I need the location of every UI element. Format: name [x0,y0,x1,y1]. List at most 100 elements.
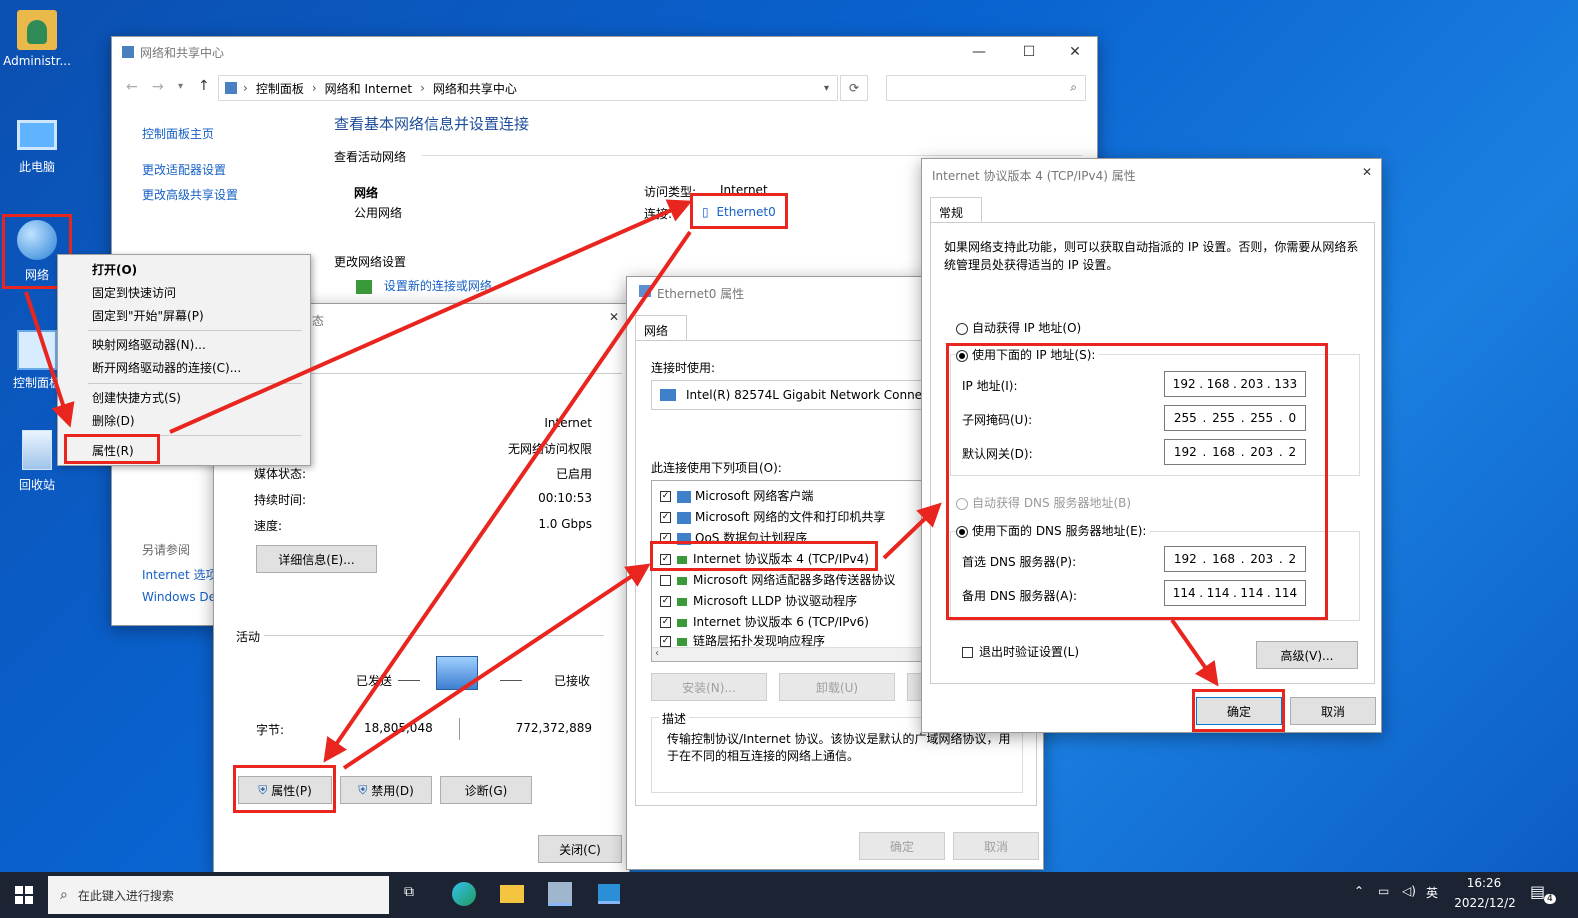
menu-item-delete[interactable]: 删除(D) [58,410,310,432]
list-item[interactable]: ✓ Internet 协议版本 6 (TCP/IPv6) [660,613,869,630]
close-icon[interactable]: ✕ [609,310,619,324]
control-panel-icon [17,330,57,370]
start-button[interactable] [0,872,48,918]
forward-arrow-icon[interactable]: → [152,79,164,95]
desktop-icon-this-pc[interactable]: 此电脑 [0,114,74,175]
item-checkbox[interactable]: ✓ [660,491,671,502]
recent-dropdown-icon[interactable]: ▾ [178,81,183,92]
checkbox-label: 退出时验证设置(L) [979,645,1080,659]
desktop-icon-admin[interactable]: Administr... [0,10,74,68]
edge-icon[interactable] [452,882,476,906]
activity-label: 活动 [236,630,261,644]
item-checkbox[interactable]: ✓ [660,596,671,607]
item-checkbox[interactable]: ✓ [660,636,671,647]
section-divider [422,155,1082,156]
breadcrumb-item[interactable]: 网络和共享中心 [433,80,517,97]
close-icon[interactable]: ✕ [1362,165,1372,179]
see-also-title: 另请参阅 [142,543,191,557]
sidebar-item-sharing[interactable]: 更改高级共享设置 [142,186,238,203]
maximize-button[interactable]: ☐ [1006,37,1052,67]
minimize-button[interactable]: — [956,37,1002,67]
duration-label: 持续时间: [254,493,307,507]
volume-icon[interactable]: ◁) [1402,884,1416,898]
list-item[interactable]: ✓ Microsoft 网络客户端 [660,487,813,504]
search-box[interactable]: ⌕ [886,75,1086,101]
see-also-internet-options[interactable]: Internet 选项 [142,566,217,583]
tab-general[interactable]: 常规 [930,197,982,223]
new-connection-label: 设置新的连接或网络 [383,279,492,293]
tab-network[interactable]: 网络 [635,315,687,341]
address-bar[interactable]: › 控制面板 › 网络和 Internet › 网络和共享中心 ▾ [218,75,838,101]
window-title: 态 [312,314,325,328]
protocol-icon [677,597,687,606]
details-button[interactable]: 详细信息(E)... [256,545,377,573]
ok-button[interactable]: 确定 [859,832,945,860]
address-dropdown-icon[interactable]: ▾ [824,83,829,94]
validate-checkbox[interactable]: 退出时验证设置(L) [962,643,1079,660]
cancel-button[interactable]: 取消 [953,832,1039,860]
diagnose-button[interactable]: 诊断(G) [440,776,532,804]
network-tray-icon[interactable]: ▭ [1378,884,1389,898]
item-checkbox[interactable]: ✓ [660,512,671,523]
server-manager-icon[interactable] [548,882,572,906]
menu-item-open[interactable]: 打开(O) [58,259,310,281]
network-type: 公用网络 [354,206,403,220]
network-activity-icon [436,656,478,690]
close-button[interactable]: ✕ [1052,37,1098,67]
see-also-windows[interactable]: Windows De [142,590,216,604]
uninstall-button[interactable]: 卸载(U) [779,673,895,701]
scroll-left-icon[interactable]: ‹ [655,648,659,659]
disable-button-label: 禁用(D) [371,783,414,798]
search-placeholder: 在此键入进行搜索 [77,888,174,903]
item-checkbox[interactable]: ✓ [660,617,671,628]
bytes-label: 字节: [256,723,285,737]
refresh-button[interactable]: ⟳ [840,75,868,101]
menu-item-disconnect-drive[interactable]: 断开网络驱动器的连接(C)... [58,357,310,379]
tray-overflow-icon[interactable]: ⌃ [1354,884,1364,898]
menu-item-pin-quick[interactable]: 固定到快速访问 [58,282,310,304]
task-view-icon[interactable]: ⧉ [404,884,414,900]
received-label: 已接收 [554,674,591,688]
disable-button[interactable]: ⛨ 禁用(D) [340,776,432,804]
notification-icon[interactable]: ▤ [1530,882,1545,901]
radio-label: 自动获得 IP 地址(O) [972,321,1082,335]
item-label: Microsoft 网络客户端 [695,489,814,503]
breadcrumb-item[interactable]: 控制面板 [256,80,304,97]
highlight-ok-button [1192,689,1285,732]
list-item[interactable]: Microsoft 网络适配器多路传送器协议 [660,571,895,588]
network-center-taskbar-icon[interactable] [598,884,620,904]
network-center-icon [122,46,134,58]
menu-item-map-drive[interactable]: 映射网络驱动器(N)... [58,334,310,356]
connection-label: 连接: [644,207,673,221]
new-connection-link[interactable]: 设置新的连接或网络 [356,277,492,294]
list-item[interactable]: ✓ Microsoft LLDP 协议驱动程序 [660,592,857,609]
item-label: Microsoft LLDP 协议驱动程序 [693,594,858,608]
advanced-button[interactable]: 高级(V)... [1256,641,1358,669]
adapter-name: Intel(R) 82574L Gigabit Network Connect [686,388,934,402]
auto-ip-radio[interactable]: 自动获得 IP 地址(O) [956,319,1081,336]
sharing-icon [677,511,691,524]
list-item[interactable]: ✓ Microsoft 网络的文件和打印机共享 [660,508,885,525]
sidebar-item-home[interactable]: 控制面板主页 [142,125,214,142]
sidebar-item-adapter[interactable]: 更改适配器设置 [142,161,226,178]
window-title: Ethernet0 属性 [657,287,745,301]
item-label: Microsoft 网络的文件和打印机共享 [695,510,886,524]
breadcrumb-item[interactable]: 网络和 Internet [325,80,412,97]
cancel-button[interactable]: 取消 [1290,697,1376,725]
close-button[interactable]: 关闭(C) [538,835,622,863]
menu-item-pin-start[interactable]: 固定到"开始"屏幕(P) [58,305,310,327]
search-icon: ⌕ [1070,80,1077,94]
taskbar-search[interactable]: ⌕ 在此键入进行搜索 [48,876,389,914]
ime-indicator[interactable]: 英 [1426,884,1438,901]
description-text: 传输控制协议/Internet 协议。该协议是默认的广域网络协议，用于在不同的相… [667,732,1011,763]
clock-date[interactable]: 2022/12/2 [1448,896,1522,910]
file-explorer-icon[interactable] [500,885,524,903]
item-checkbox[interactable] [660,575,671,586]
back-arrow-icon[interactable]: ← [126,79,138,95]
adapter-icon [660,389,676,401]
bytes-received: 772,372,889 [515,721,592,735]
clock-time[interactable]: 16:26 [1464,876,1504,890]
install-button[interactable]: 安装(N)... [651,673,767,701]
up-arrow-icon[interactable]: ↑ [198,78,210,94]
menu-item-create-shortcut[interactable]: 创建快捷方式(S) [58,387,310,409]
